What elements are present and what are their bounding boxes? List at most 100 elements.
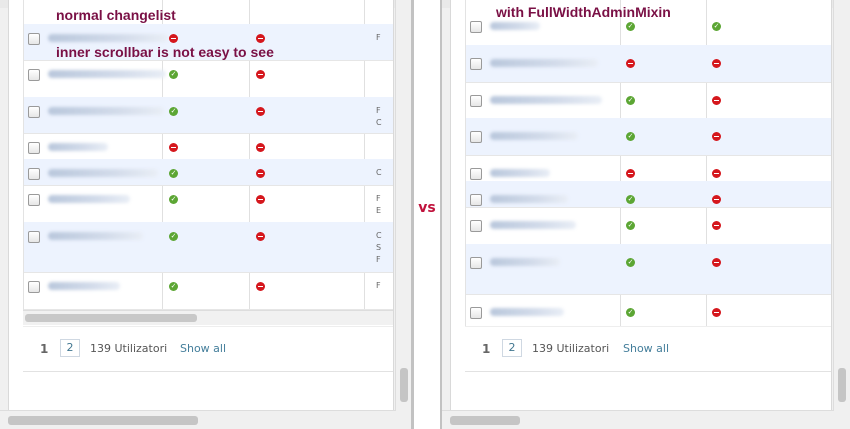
window-horizontal-scrollbar-thumb[interactable] bbox=[8, 416, 198, 425]
no-minus-icon bbox=[256, 34, 265, 43]
row-select-checkbox[interactable] bbox=[28, 231, 40, 243]
window-vertical-scrollbar-thumb[interactable] bbox=[400, 368, 408, 402]
window-horizontal-scrollbar-thumb[interactable] bbox=[450, 416, 520, 425]
redacted-name-link[interactable] bbox=[48, 70, 166, 78]
row-select-checkbox[interactable] bbox=[28, 168, 40, 180]
right-title-annotation: with FullWidthAdminMixin bbox=[496, 4, 671, 20]
table-row: ✓F E bbox=[466, 207, 831, 245]
window-horizontal-scrollbar[interactable] bbox=[442, 410, 834, 429]
no-minus-icon bbox=[256, 107, 265, 116]
paginator: 1 2 139 Utilizatori Show all bbox=[23, 326, 393, 372]
yes-check-icon: ✓ bbox=[712, 22, 721, 31]
redacted-name-link[interactable] bbox=[490, 221, 576, 229]
table-row: ✓F C bbox=[24, 97, 393, 134]
truncated-column-text: F bbox=[376, 33, 381, 42]
inner-horizontal-scrollbar[interactable] bbox=[23, 310, 393, 325]
yes-check-icon: ✓ bbox=[626, 132, 635, 141]
truncated-column-text: F bbox=[376, 281, 381, 290]
row-select-checkbox[interactable] bbox=[470, 95, 482, 107]
redacted-name-link[interactable] bbox=[490, 169, 550, 177]
table-row: ✓F bbox=[466, 82, 831, 119]
no-minus-icon bbox=[712, 221, 721, 230]
no-minus-icon bbox=[626, 169, 635, 178]
truncated-column-text: F E bbox=[376, 194, 382, 215]
no-minus-icon bbox=[712, 96, 721, 105]
redacted-name-link[interactable] bbox=[490, 59, 598, 67]
paginator: 1 2 139 Utilizatori Show all bbox=[465, 326, 831, 372]
redacted-name-link[interactable] bbox=[48, 282, 120, 290]
paginator-current-page: 1 bbox=[40, 342, 49, 356]
redacted-name-link[interactable] bbox=[48, 107, 164, 115]
yes-check-icon: ✓ bbox=[626, 308, 635, 317]
yes-check-icon: ✓ bbox=[169, 195, 178, 204]
table-row: ✓F C bbox=[466, 118, 831, 156]
left-title-annotation: normal changelist bbox=[56, 7, 176, 23]
paginator-page-2-link[interactable]: 2 bbox=[60, 339, 80, 357]
redacted-name-link[interactable] bbox=[490, 96, 602, 104]
table-row: ✓ C S F bbox=[24, 222, 393, 273]
redacted-name-link[interactable] bbox=[490, 258, 560, 266]
window-horizontal-scrollbar[interactable] bbox=[0, 410, 396, 429]
row-select-checkbox[interactable] bbox=[470, 257, 482, 269]
no-minus-icon bbox=[712, 59, 721, 68]
truncated-column-text: C bbox=[376, 168, 382, 177]
row-select-checkbox[interactable] bbox=[28, 33, 40, 45]
table-row: ✓F bbox=[24, 272, 393, 310]
normal-changelist-panel: F ✓ ✓ F C ✓ C ✓ F E ✓ C S F ✓ F 1 2 139 Utilizatori… bbox=[0, 0, 412, 429]
no-minus-icon bbox=[256, 169, 265, 178]
row-select-checkbox[interactable] bbox=[470, 131, 482, 143]
no-minus-icon bbox=[256, 143, 265, 152]
paginator-current-page: 1 bbox=[482, 342, 491, 356]
yes-check-icon: ✓ bbox=[169, 107, 178, 116]
row-select-checkbox[interactable] bbox=[470, 194, 482, 206]
row-select-checkbox[interactable] bbox=[470, 21, 482, 33]
redacted-name-link[interactable] bbox=[490, 195, 568, 203]
no-minus-icon bbox=[256, 195, 265, 204]
redacted-name-link[interactable] bbox=[48, 195, 130, 203]
row-select-checkbox[interactable] bbox=[28, 281, 40, 293]
changelist-page: F ✓ ✓ F C ✓ C ✓ F E ✓ C S F ✓ F 1 2 139 Utilizatori… bbox=[8, 0, 394, 411]
window-vertical-scrollbar-thumb[interactable] bbox=[838, 368, 846, 402]
row-select-checkbox[interactable] bbox=[28, 142, 40, 154]
left-note-annotation: inner scrollbar is not easy to see bbox=[56, 44, 274, 60]
show-all-link[interactable]: Show all bbox=[623, 342, 669, 355]
no-minus-icon bbox=[712, 195, 721, 204]
window-vertical-scrollbar[interactable] bbox=[833, 0, 850, 411]
paginator-page-2-link[interactable]: 2 bbox=[502, 339, 522, 357]
row-select-checkbox[interactable] bbox=[28, 106, 40, 118]
yes-check-icon: ✓ bbox=[626, 258, 635, 267]
table-row: ✓C bbox=[24, 159, 393, 186]
row-select-checkbox[interactable] bbox=[470, 307, 482, 319]
no-minus-icon bbox=[169, 143, 178, 152]
inner-scrollbar-thumb[interactable] bbox=[25, 314, 197, 322]
show-all-link[interactable]: Show all bbox=[180, 342, 226, 355]
redacted-name-link[interactable] bbox=[48, 232, 143, 240]
truncated-column-text: C S F bbox=[376, 231, 382, 264]
no-minus-icon bbox=[256, 70, 265, 79]
no-minus-icon bbox=[712, 132, 721, 141]
row-select-checkbox[interactable] bbox=[470, 58, 482, 70]
redacted-name-link[interactable] bbox=[48, 169, 158, 177]
table-row bbox=[466, 155, 831, 182]
yes-check-icon: ✓ bbox=[626, 22, 635, 31]
yes-check-icon: ✓ bbox=[169, 232, 178, 241]
no-minus-icon bbox=[256, 232, 265, 241]
table-row bbox=[24, 133, 393, 160]
no-minus-icon bbox=[626, 59, 635, 68]
window-vertical-scrollbar[interactable] bbox=[395, 0, 412, 411]
table-row: F bbox=[466, 45, 831, 83]
no-minus-icon bbox=[169, 34, 178, 43]
yes-check-icon: ✓ bbox=[626, 221, 635, 230]
redacted-name-link[interactable] bbox=[490, 22, 540, 30]
table-row: ✓ bbox=[24, 60, 393, 98]
redacted-name-link[interactable] bbox=[490, 132, 578, 140]
changelist-page: ✓✓- FF✓F✓F C✓C✓F E✓C S F✓F 1 2 139 Utili… bbox=[450, 0, 832, 411]
row-select-checkbox[interactable] bbox=[470, 220, 482, 232]
row-select-checkbox[interactable] bbox=[470, 168, 482, 180]
row-select-checkbox[interactable] bbox=[28, 194, 40, 206]
redacted-name-link[interactable] bbox=[48, 34, 168, 42]
row-select-checkbox[interactable] bbox=[28, 69, 40, 81]
redacted-name-link[interactable] bbox=[490, 308, 564, 316]
panel-divider-left bbox=[411, 0, 414, 429]
redacted-name-link[interactable] bbox=[48, 143, 108, 151]
